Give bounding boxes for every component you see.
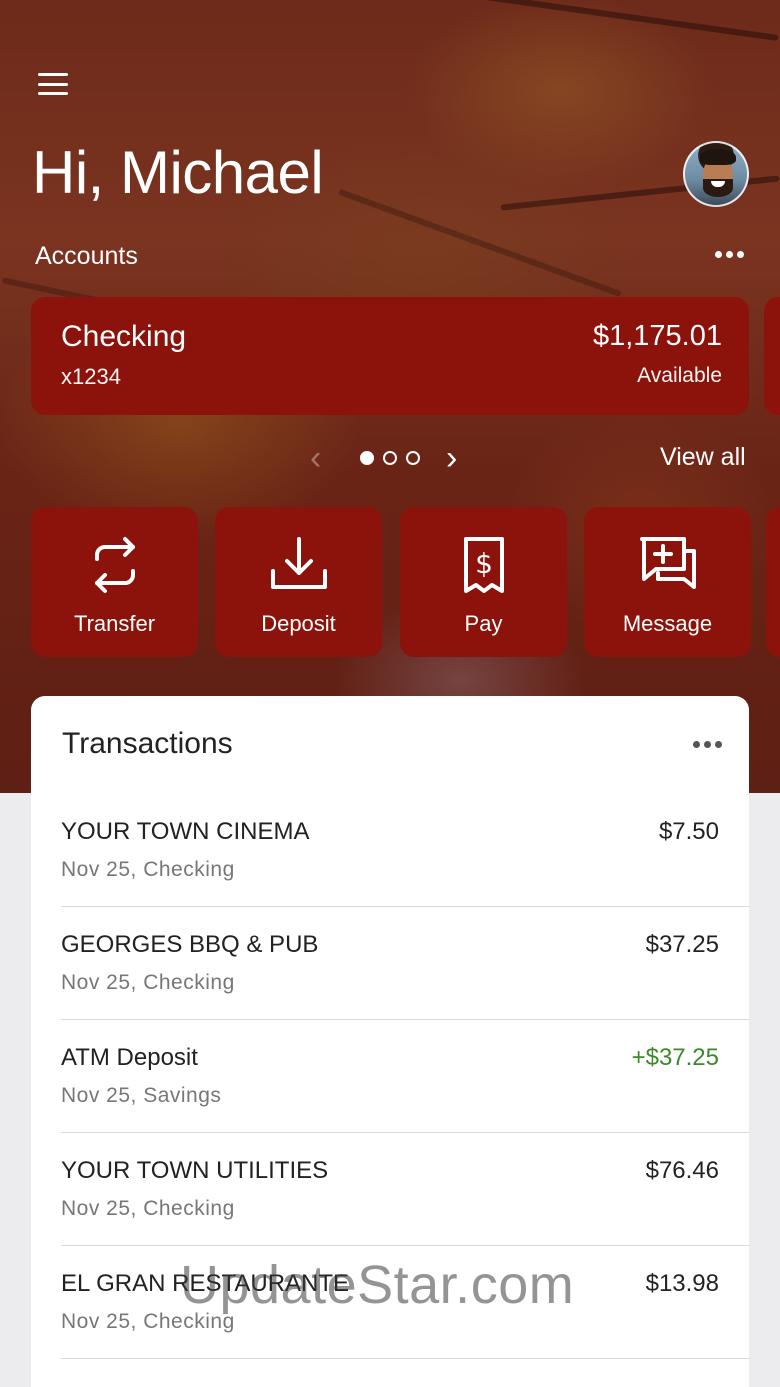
menu-button[interactable] xyxy=(36,70,70,98)
greeting: Hi, Michael xyxy=(32,139,324,206)
account-number: x1234 xyxy=(61,364,121,389)
next-account-card[interactable] xyxy=(764,297,780,415)
transaction-amount: $7.50 xyxy=(658,818,719,845)
transaction-row[interactable]: GEORGES BBQ & PUB Nov 25, Checking $37.2… xyxy=(61,907,749,1020)
page-dot[interactable] xyxy=(383,451,397,465)
transaction-amount: $37.25 xyxy=(645,931,719,958)
transaction-amount: $13.98 xyxy=(645,1270,719,1297)
svg-text:$: $ xyxy=(475,547,493,580)
message-label: Message xyxy=(622,611,713,636)
pay-label: Pay xyxy=(464,611,503,636)
transaction-merchant: YOUR TOWN UTILITIES xyxy=(61,1157,329,1184)
transaction-merchant: YOUR TOWN CINEMA xyxy=(61,818,310,845)
account-balance-label: Available xyxy=(637,364,722,387)
transaction-merchant: GEORGES BBQ & PUB xyxy=(61,931,319,958)
transaction-row[interactable]: ATM Deposit Nov 25, Savings +$37.25 xyxy=(61,1020,749,1133)
account-balance: $1,175.01 xyxy=(592,320,722,352)
account-card-checking[interactable]: Checking x1234 $1,175.01 Available xyxy=(31,297,749,415)
transfer-button[interactable]: Transfer xyxy=(31,507,198,657)
transaction-detail: Nov 25, Checking xyxy=(61,1197,235,1220)
more-actions-peek[interactable] xyxy=(766,507,780,657)
deposit-button[interactable]: Deposit xyxy=(215,507,382,657)
transfer-label: Transfer xyxy=(73,611,156,636)
transfer-icon xyxy=(94,537,135,593)
transaction-amount: +$37.25 xyxy=(631,1044,719,1071)
transaction-detail: Nov 25, Savings xyxy=(61,1084,222,1107)
deposit-label: Deposit xyxy=(261,611,336,636)
deposit-icon xyxy=(270,537,327,589)
pay-button[interactable]: $ Pay xyxy=(400,507,567,657)
carousel-pager: ‹ › xyxy=(310,440,470,476)
transactions-more-icon[interactable] xyxy=(693,741,722,748)
transaction-detail: Nov 25, Checking xyxy=(61,858,235,881)
transaction-amount: $76.46 xyxy=(645,1157,719,1184)
message-button[interactable]: Message xyxy=(584,507,751,657)
hamburger-icon xyxy=(38,73,68,76)
user-avatar[interactable] xyxy=(683,141,749,207)
accounts-label: Accounts xyxy=(35,242,138,270)
chevron-left-icon[interactable]: ‹ xyxy=(310,440,321,476)
watermark: UpdateStar.com xyxy=(180,1255,575,1315)
message-icon xyxy=(639,537,696,589)
chevron-right-icon[interactable]: › xyxy=(446,440,457,476)
account-name: Checking xyxy=(61,320,187,353)
page-dot[interactable] xyxy=(406,451,420,465)
view-all-link[interactable]: View all xyxy=(660,443,746,472)
transaction-row[interactable]: YOUR TOWN CINEMA Nov 25, Checking $7.50 xyxy=(61,794,749,907)
page-dot-active[interactable] xyxy=(360,451,374,465)
accounts-more-icon[interactable] xyxy=(715,251,744,258)
transactions-title: Transactions xyxy=(62,727,233,760)
pay-bill-icon: $ xyxy=(463,537,504,593)
transaction-detail: Nov 25, Checking xyxy=(61,971,235,994)
transaction-merchant: ATM Deposit xyxy=(61,1044,198,1071)
transaction-row[interactable]: YOUR TOWN UTILITIES Nov 25, Checking $76… xyxy=(61,1133,749,1246)
